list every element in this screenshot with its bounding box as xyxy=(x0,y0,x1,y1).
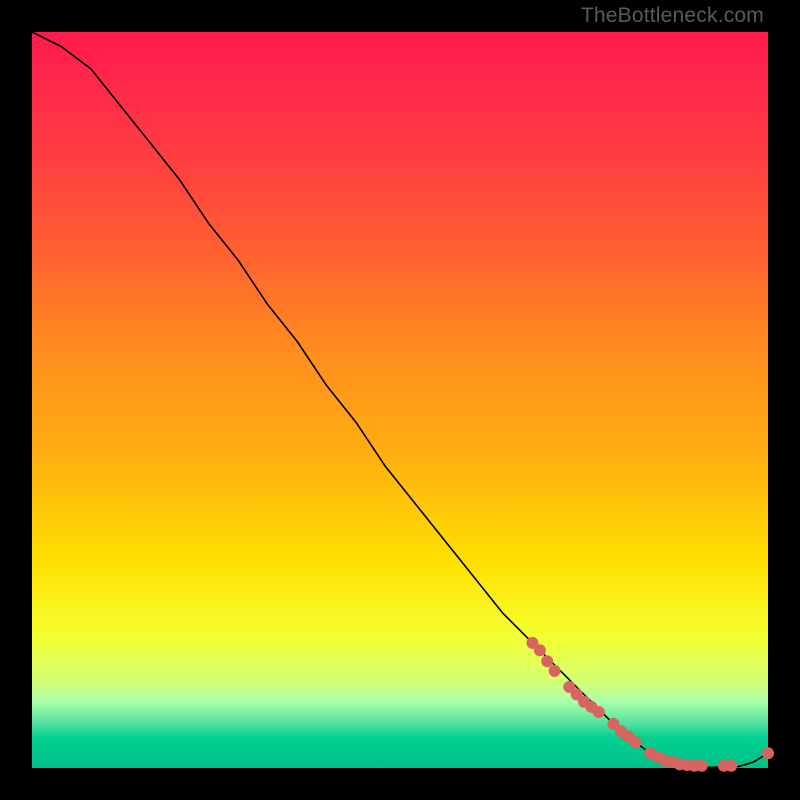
chart-container: TheBottleneck.com xyxy=(0,0,800,800)
curve-group xyxy=(32,32,774,772)
data-point xyxy=(696,760,708,772)
data-point xyxy=(762,747,774,759)
chart-svg xyxy=(32,32,768,768)
data-point xyxy=(549,665,561,677)
data-point xyxy=(534,644,546,656)
plot-area xyxy=(32,32,768,768)
watermark-text: TheBottleneck.com xyxy=(581,4,764,28)
bottleneck-curve xyxy=(32,32,768,767)
data-point xyxy=(593,706,605,718)
data-point xyxy=(630,736,642,748)
data-point xyxy=(541,655,553,667)
data-points xyxy=(526,637,774,772)
data-point xyxy=(725,760,737,772)
